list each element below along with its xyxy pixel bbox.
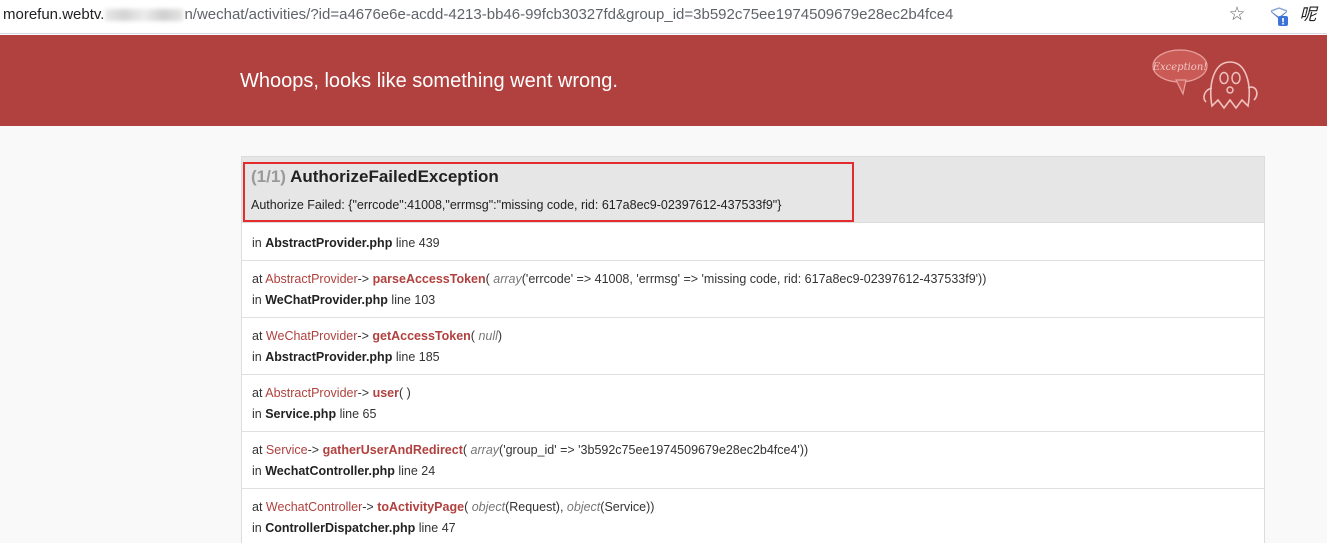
trace-file: Service.php [265, 407, 337, 421]
browser-address-bar[interactable]: morefun.webtv. n/wechat/activities/?id=a4… [0, 0, 1327, 34]
trace-line: 24 [421, 464, 436, 478]
trace-call: at Service-> gatherUserAndRedirect( arra… [252, 443, 809, 457]
trace-location: in WeChatProvider.php line 103 [252, 293, 436, 307]
trace-args: (Request), [505, 500, 567, 514]
trace-method: gatherUserAndRedirect [322, 443, 463, 457]
url-host: morefun.webtv. [3, 6, 105, 23]
trace-class: WechatController [265, 500, 363, 514]
trace-location: in WechatController.php line 24 [252, 464, 436, 478]
logo-text: Exception! [1152, 62, 1208, 73]
exception-counter: (1/1) [251, 167, 286, 186]
url-field[interactable]: morefun.webtv. n/wechat/activities/?id=a4… [3, 0, 953, 30]
trace-line: 65 [362, 407, 377, 421]
trace-file: ControllerDispatcher.php [265, 521, 416, 535]
trace-item: in AbstractProvider.php line 439 [242, 223, 1264, 261]
exception-class: AuthorizeFailedException [290, 167, 499, 186]
trace-method: toActivityPage [377, 500, 465, 514]
trace-file: AbstractProvider.php [265, 350, 393, 364]
trace-item: at WechatController-> toActivityPage( ob… [242, 489, 1264, 543]
trace-line: 103 [414, 293, 436, 307]
trace-call: at AbstractProvider-> parseAccessToken( … [252, 272, 987, 286]
trace-file: AbstractProvider.php [265, 236, 393, 250]
trace-line: 439 [418, 236, 440, 250]
trace-location: in Service.php line 65 [252, 407, 377, 421]
extension-mail-icon[interactable]: ! [1269, 5, 1289, 28]
trace-method: user [372, 386, 399, 400]
extension-char-icon[interactable]: 呢 [1298, 4, 1318, 26]
exception-summary: (1/1) AuthorizeFailedException Authorize… [242, 157, 1264, 223]
trace-args: ) [497, 329, 503, 343]
bookmark-star-icon[interactable]: ☆ [1226, 4, 1248, 26]
trace-item: at Service-> gatherUserAndRedirect( arra… [242, 432, 1264, 489]
trace-location: in ControllerDispatcher.php line 47 [252, 521, 456, 535]
trace-item: at AbstractProvider-> parseAccessToken( … [242, 261, 1264, 318]
exception-name: (1/1) AuthorizeFailedException [251, 166, 499, 188]
trace-call: at AbstractProvider-> user( ) [252, 386, 411, 400]
exception-header: Whoops, looks like something went wrong.… [0, 35, 1327, 126]
ghost-exception-logo: Exception! [1150, 44, 1268, 120]
trace-call: at WechatController-> toActivityPage( ob… [252, 500, 655, 514]
trace-line: 47 [441, 521, 456, 535]
trace-class: WeChatProvider [265, 329, 358, 343]
trace-location: in AbstractProvider.php line 439 [252, 236, 440, 250]
trace-class: Service [265, 443, 308, 457]
trace-line: 185 [418, 350, 440, 364]
trace-location: in AbstractProvider.php line 185 [252, 350, 440, 364]
exception-message: Authorize Failed: {"errcode":41008,"errm… [251, 198, 782, 212]
url-masked-segment [105, 9, 184, 22]
trace-args: ('group_id' => '3b592c75ee1974509679e28e… [499, 443, 809, 457]
trace-class: AbstractProvider [265, 386, 358, 400]
trace-file: WechatController.php [265, 464, 395, 478]
svg-text:!: ! [1281, 18, 1285, 28]
trace-class: AbstractProvider [265, 272, 358, 286]
trace-item: at WeChatProvider-> getAccessToken( null… [242, 318, 1264, 375]
page-title: Whoops, looks like something went wrong. [240, 70, 618, 92]
trace-call: at WeChatProvider-> getAccessToken( null… [252, 329, 503, 343]
exception-panel: (1/1) AuthorizeFailedException Authorize… [241, 156, 1265, 543]
trace-method: parseAccessToken [372, 272, 486, 286]
trace-method: getAccessToken [372, 329, 471, 343]
trace-args: ('errcode' => 41008, 'errmsg' => 'missin… [521, 272, 987, 286]
trace-args: ) [406, 386, 411, 400]
url-path: n/wechat/activities/?id=a4676e6e-acdd-42… [184, 6, 954, 23]
trace-file: WeChatProvider.php [265, 293, 388, 307]
trace-item: at AbstractProvider-> user( ) in Service… [242, 375, 1264, 432]
